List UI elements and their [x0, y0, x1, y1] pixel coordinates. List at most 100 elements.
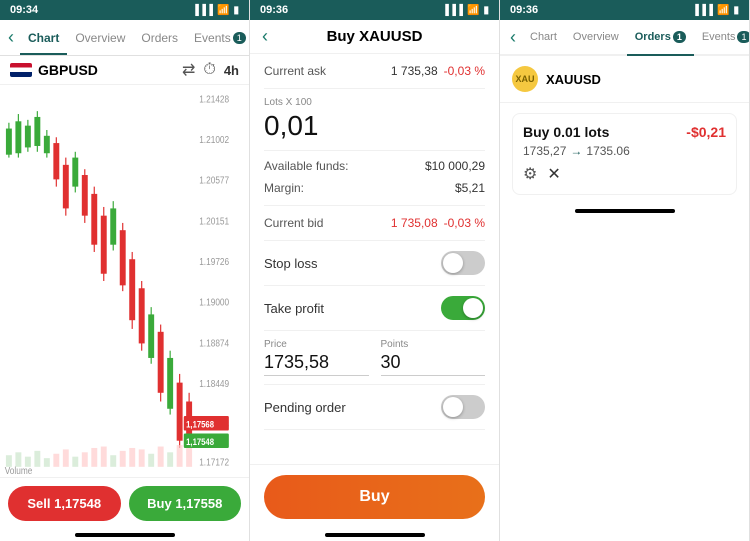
svg-text:1.21428: 1.21428 [199, 94, 229, 105]
ticker-row: GBPUSD ⇄ ⏱ 4h [0, 56, 249, 85]
svg-text:1.20577: 1.20577 [199, 175, 229, 186]
filter-icon[interactable]: ⇄ [182, 60, 195, 80]
status-icons-chart: ▐▐▐ 📶 ▮ [192, 5, 239, 16]
flag-icon [10, 63, 32, 77]
points-field[interactable]: Points 30 [381, 339, 486, 376]
current-bid-value: 1 735,08 [391, 216, 438, 230]
tab-orders[interactable]: Orders [133, 20, 186, 55]
status-bar-orders: 09:36 ▐▐▐ 📶 ▮ [500, 0, 749, 20]
svg-text:1.18874: 1.18874 [199, 338, 229, 349]
wifi-icon-3: 📶 [717, 5, 729, 16]
order-price-from: 1735,27 [523, 144, 566, 158]
buy-form: Current ask 1 735,38 -0,03 % Lots X 100 … [250, 54, 499, 464]
status-icons-buy: ▐▐▐ 📶 ▮ [442, 5, 489, 16]
stop-loss-toggle[interactable] [441, 251, 485, 275]
svg-text:1.19000: 1.19000 [199, 297, 229, 308]
margin-value: $5,21 [455, 181, 485, 195]
margin-row: Margin: $5,21 [264, 177, 485, 199]
order-price-to: 1735.06 [586, 144, 629, 158]
take-profit-toggle[interactable] [441, 296, 485, 320]
home-indicator-3 [575, 209, 675, 213]
tab-events[interactable]: Events 1 [186, 20, 250, 55]
xauusd-icon: XAU [512, 66, 538, 92]
chart-area[interactable]: 1.21428 1.21002 1.20577 1.20151 1.19726 … [0, 85, 249, 477]
orders-tab-bar: ‹ Chart Overview Orders 1 Events 1 [500, 20, 749, 56]
current-ask-row: Current ask 1 735,38 -0,03 % [264, 54, 485, 89]
chart-tab-bar: ‹ Chart Overview Orders Events 1 [0, 20, 249, 56]
tab-chart[interactable]: Chart [20, 20, 67, 55]
chart-action-buttons: Sell 1,17548 Buy 1,17558 [0, 477, 249, 529]
current-bid-label: Current bid [264, 216, 323, 230]
xauusd-name: XAUUSD [546, 72, 601, 87]
current-ask-change: -0,03 % [444, 64, 485, 78]
battery-icon-2: ▮ [483, 5, 489, 16]
take-profit-label: Take profit [264, 301, 324, 316]
buy-button-chart[interactable]: Buy 1,17558 [129, 486, 242, 521]
status-bar-buy: 09:36 ▐▐▐ 📶 ▮ [250, 0, 499, 20]
order-card-header: Buy 0.01 lots -$0,21 [523, 124, 726, 140]
price-points-row: Price 1735,58 Points 30 [264, 331, 485, 385]
p3-tab-events[interactable]: Events 1 [694, 20, 750, 54]
pending-order-row: Pending order [264, 385, 485, 430]
buy-panel: 09:36 ▐▐▐ 📶 ▮ ‹ Buy XAUUSD Current ask 1… [250, 0, 500, 541]
status-time-orders: 09:36 [510, 4, 538, 16]
funds-margin-section: Available funds: $10 000,29 Margin: $5,2… [264, 151, 485, 206]
status-time-chart: 09:34 [10, 4, 38, 16]
buy-back-button[interactable]: ‹ [262, 26, 268, 47]
buy-submit-button[interactable]: Buy [264, 475, 485, 519]
chart-back-button[interactable]: ‹ [8, 27, 14, 48]
events-badge-3: 1 [737, 31, 750, 43]
p3-tab-chart[interactable]: Chart [522, 20, 565, 54]
pending-order-label: Pending order [264, 400, 346, 415]
sell-button[interactable]: Sell 1,17548 [8, 486, 121, 521]
order-card: Buy 0.01 lots -$0,21 1735,27 → 1735.06 ⚙… [512, 113, 737, 195]
current-bid-change: -0,03 % [444, 216, 485, 230]
price-field[interactable]: Price 1735,58 [264, 339, 369, 376]
arrow-right-icon: → [570, 144, 582, 158]
pending-order-toggle[interactable] [441, 395, 485, 419]
current-ask-label: Current ask [264, 64, 326, 78]
order-price-row: 1735,27 → 1735.06 [523, 144, 726, 158]
status-icons-orders: ▐▐▐ 📶 ▮ [692, 5, 739, 16]
lots-label: Lots X 100 [264, 97, 485, 108]
svg-text:1,17548: 1,17548 [186, 436, 214, 447]
order-settings-button[interactable]: ⚙ [523, 164, 537, 184]
tab-overview[interactable]: Overview [67, 20, 133, 55]
pending-order-thumb [443, 397, 463, 417]
lots-value[interactable]: 0,01 [264, 110, 485, 142]
timeframe-selector[interactable]: 4h [224, 63, 239, 78]
available-funds-row: Available funds: $10 000,29 [264, 155, 485, 177]
buy-panel-footer: Buy [250, 464, 499, 529]
order-pnl: -$0,21 [686, 124, 726, 140]
ticker-actions: ⇄ ⏱ 4h [182, 60, 239, 80]
p3-tab-orders[interactable]: Orders 1 [627, 20, 694, 54]
available-funds-value: $10 000,29 [425, 159, 485, 173]
signal-icon-3: ▐▐▐ [692, 5, 713, 16]
points-value[interactable]: 30 [381, 352, 486, 376]
stop-loss-row: Stop loss [264, 241, 485, 286]
orders-panel: 09:36 ▐▐▐ 📶 ▮ ‹ Chart Overview Orders 1 … [500, 0, 750, 541]
take-profit-row: Take profit [264, 286, 485, 331]
wifi-icon-2: 📶 [467, 5, 479, 16]
svg-text:1.20151: 1.20151 [199, 216, 229, 227]
clock-icon[interactable]: ⏱ [203, 61, 215, 79]
svg-text:1.17172: 1.17172 [199, 457, 229, 468]
orders-back-button[interactable]: ‹ [504, 27, 522, 48]
svg-text:1.19726: 1.19726 [199, 256, 229, 267]
order-close-button[interactable]: ✕ [547, 164, 560, 184]
take-profit-thumb [463, 298, 483, 318]
xauusd-ticker-row: XAU XAUUSD [500, 56, 749, 103]
buy-panel-header: ‹ Buy XAUUSD [250, 20, 499, 54]
points-label: Points [381, 339, 486, 350]
stop-loss-thumb [443, 253, 463, 273]
signal-icon: ▐▐▐ [192, 5, 213, 16]
chart-panel: 09:34 ▐▐▐ 📶 ▮ ‹ Chart Overview Orders Ev… [0, 0, 250, 541]
current-ask-value: 1 735,38 [391, 64, 438, 78]
stop-loss-label: Stop loss [264, 256, 317, 271]
status-bar-chart: 09:34 ▐▐▐ 📶 ▮ [0, 0, 249, 20]
status-time-buy: 09:36 [260, 4, 288, 16]
home-indicator-2 [325, 533, 425, 537]
ticker-name: GBPUSD [10, 62, 98, 78]
p3-tab-overview[interactable]: Overview [565, 20, 627, 54]
price-value[interactable]: 1735,58 [264, 352, 369, 376]
